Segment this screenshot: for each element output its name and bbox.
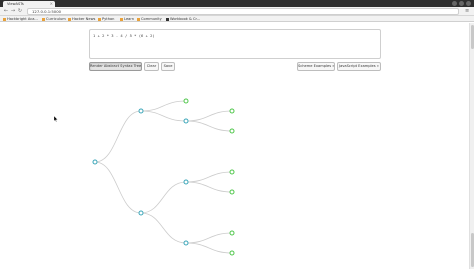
tree-node-leaf[interactable] [229, 108, 235, 114]
ast-tree [92, 98, 235, 256]
tree-link [140, 212, 187, 244]
tree-node[interactable] [138, 108, 144, 114]
tree-link [94, 110, 142, 163]
tree-link [185, 242, 233, 254]
tree-link [140, 181, 187, 214]
tree-node-root[interactable] [92, 159, 98, 165]
tree-link [185, 110, 233, 122]
tree-node[interactable] [138, 210, 144, 216]
tree-nodes [92, 98, 235, 256]
tree-node[interactable] [183, 179, 189, 185]
tree-link [185, 120, 233, 132]
tree-link [140, 110, 187, 122]
tree-node-leaf[interactable] [229, 230, 235, 236]
tree-node[interactable] [183, 240, 189, 246]
tree-link [185, 232, 233, 244]
tree-link [94, 161, 142, 214]
tree-link [185, 171, 233, 183]
tree-link [140, 100, 187, 112]
tree-links [94, 100, 233, 254]
mouse-cursor-icon [54, 116, 58, 122]
tree-node-leaf[interactable] [229, 169, 235, 175]
tree-link [185, 181, 233, 193]
tree-node-leaf[interactable] [183, 98, 189, 104]
tree-node-leaf[interactable] [229, 250, 235, 256]
tree-node-leaf[interactable] [229, 128, 235, 134]
tree-node[interactable] [183, 118, 189, 124]
tree-node-leaf[interactable] [229, 189, 235, 195]
